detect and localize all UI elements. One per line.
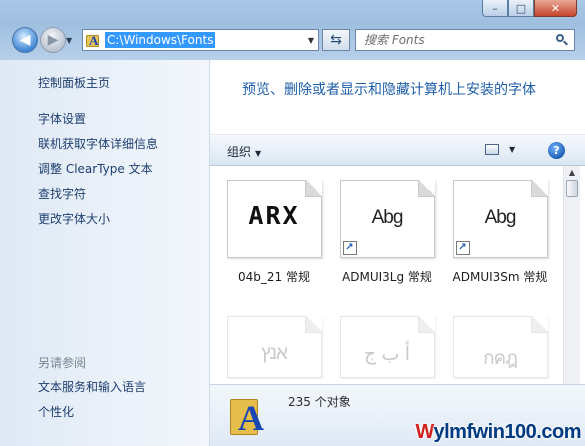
- back-button[interactable]: ◀: [12, 27, 38, 53]
- font-preview-page: กคฎ: [452, 316, 548, 378]
- text-services-link[interactable]: 文本服务和输入语言: [38, 378, 146, 395]
- font-preview-text: אנץ: [261, 343, 288, 364]
- font-preview-page: Abg ↗: [339, 180, 435, 258]
- font-name: 04b_21 常规: [238, 270, 310, 284]
- address-dropdown-icon[interactable]: ▼: [304, 36, 318, 45]
- scroll-thumb[interactable]: [566, 180, 578, 197]
- main-pane: 预览、删除或者显示和隐藏计算机上安装的字体 组织 ▼ ▼ ? ARX 04b_21…: [210, 60, 585, 446]
- recent-pages-dropdown[interactable]: ▼: [66, 36, 72, 45]
- font-preview-text: กคฎ: [483, 348, 518, 369]
- caption-buttons: – □ ✕: [482, 0, 577, 17]
- page-description: 预览、删除或者显示和隐藏计算机上安装的字体: [242, 82, 536, 98]
- font-preview-page: אנץ: [226, 316, 322, 378]
- adjust-cleartype-link[interactable]: 调整 ClearType 文本: [38, 160, 153, 177]
- watermark-logo: W: [415, 421, 434, 443]
- font-preview-page: ARX: [226, 180, 322, 258]
- title-bar: – □ ✕ ◀ ▶ ▼ A C:\Windows\Fonts ▼ ⇆: [0, 0, 585, 60]
- font-preview-text: ﺃ ﺏ ﺝ: [364, 344, 411, 365]
- font-preview-text: ARX: [248, 201, 300, 230]
- font-list: ARX 04b_21 常规 Abg ↗ ADMUI3Lg 常规 Abg ↗ AD…: [210, 166, 585, 384]
- font-settings-link[interactable]: 字体设置: [38, 110, 86, 127]
- font-name: ADMUI3Sm 常规: [452, 270, 548, 284]
- control-panel-home-link[interactable]: 控制面板主页: [38, 74, 110, 91]
- organize-arrow-icon: ▼: [255, 149, 262, 158]
- shortcut-arrow-icon: ↗: [455, 241, 470, 255]
- view-icon: [485, 144, 499, 155]
- change-view-button[interactable]: ▼: [485, 144, 515, 155]
- font-item[interactable]: ﺃ ﺏ ﺝ: [337, 316, 437, 378]
- maximize-button[interactable]: □: [508, 0, 534, 17]
- font-item[interactable]: กคฎ: [450, 316, 550, 378]
- help-button[interactable]: ?: [548, 142, 565, 159]
- personalization-link[interactable]: 个性化: [38, 403, 74, 420]
- font-item[interactable]: ARX 04b_21 常规: [224, 180, 324, 285]
- forward-button[interactable]: ▶: [40, 27, 66, 53]
- change-font-size-link[interactable]: 更改字体大小: [38, 210, 110, 227]
- minimize-button[interactable]: –: [482, 0, 508, 17]
- search-box[interactable]: [355, 29, 575, 51]
- fonts-folder-icon: A: [230, 393, 264, 439]
- organize-menu[interactable]: 组织 ▼: [227, 143, 261, 160]
- organize-label: 组织: [227, 145, 252, 159]
- see-also-heading: 另请参阅: [38, 356, 87, 370]
- task-pane: 控制面板主页 字体设置 联机获取字体详细信息 调整 ClearType 文本 查…: [0, 60, 210, 446]
- font-preview-text: Abg: [371, 207, 404, 228]
- get-font-info-online-link[interactable]: 联机获取字体详细信息: [38, 135, 158, 152]
- view-dropdown-icon[interactable]: ▼: [509, 145, 515, 154]
- font-item[interactable]: Abg ↗ ADMUI3Lg 常规: [337, 180, 437, 285]
- font-item[interactable]: Abg ↗ ADMUI3Sm 常规: [450, 180, 550, 285]
- font-name: ADMUI3Lg 常规: [342, 270, 432, 284]
- item-count: 235 个对象: [288, 395, 351, 409]
- font-preview-page: Abg ↗: [452, 180, 548, 258]
- site-watermark: Wylmfwin100.com: [415, 421, 581, 444]
- scroll-up-icon[interactable]: ▲: [564, 166, 580, 180]
- command-bar: 组织 ▼ ▼ ?: [210, 134, 585, 166]
- search-input[interactable]: [356, 33, 546, 47]
- search-icon[interactable]: [556, 34, 568, 46]
- font-item[interactable]: אנץ: [224, 316, 324, 378]
- font-preview-page: ﺃ ﺏ ﺝ: [339, 316, 435, 378]
- vertical-scrollbar[interactable]: ▲: [563, 166, 580, 384]
- fonts-folder-icon: A: [86, 33, 101, 48]
- refresh-button[interactable]: ⇆: [322, 29, 350, 51]
- font-preview-text: Abg: [484, 207, 517, 228]
- shortcut-arrow-icon: ↗: [342, 241, 357, 255]
- watermark-text: ylmfwin100.com: [433, 421, 581, 443]
- address-bar[interactable]: A C:\Windows\Fonts ▼: [82, 29, 319, 51]
- close-button[interactable]: ✕: [534, 0, 577, 17]
- find-character-link[interactable]: 查找字符: [38, 185, 86, 202]
- address-path[interactable]: C:\Windows\Fonts: [105, 32, 216, 48]
